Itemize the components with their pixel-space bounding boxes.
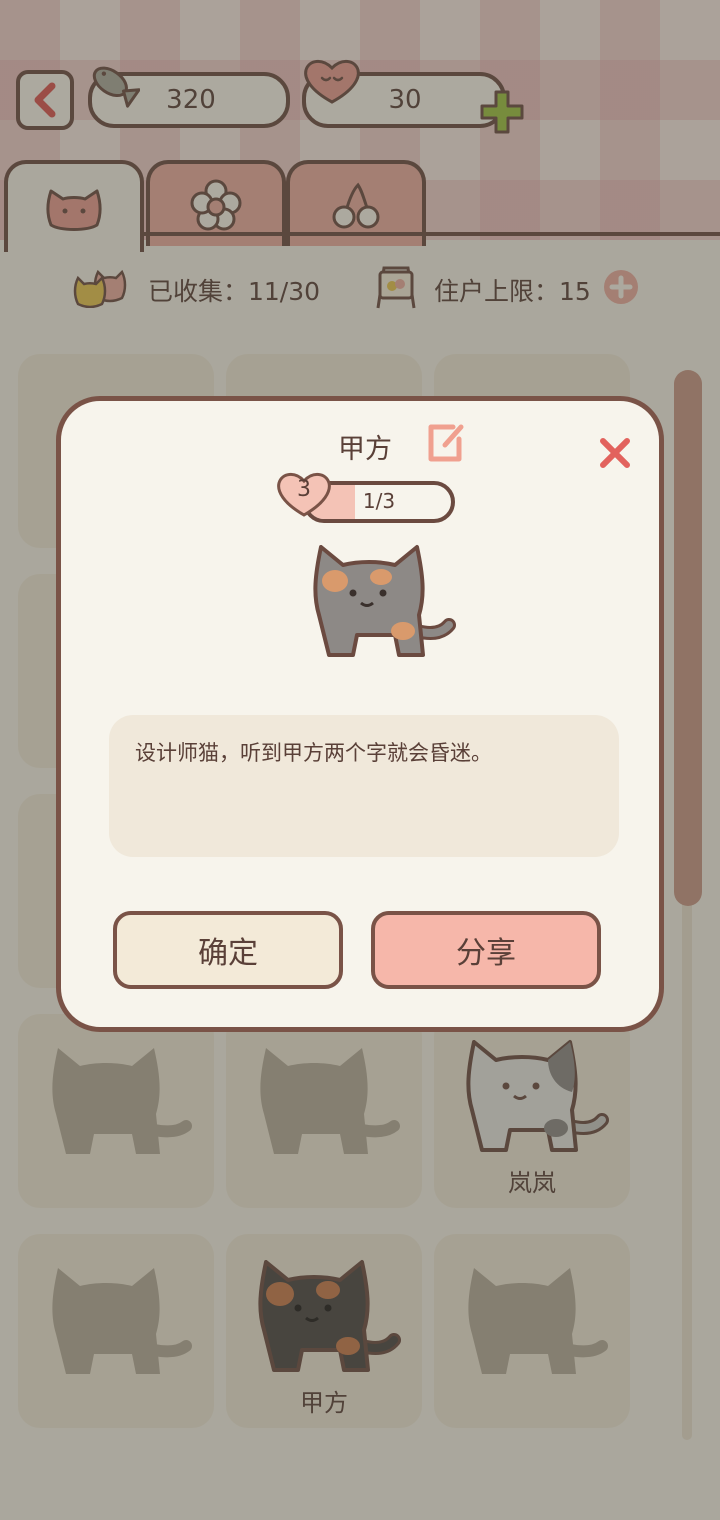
cat-description: 设计师猫，听到甲方两个字就会昏迷。 [135, 741, 492, 765]
cat-name-title: 甲方 [338, 434, 392, 465]
share-button[interactable]: 分享 [371, 911, 601, 989]
affection-level: 3 [297, 477, 311, 502]
description-box: 设计师猫，听到甲方两个字就会昏迷。 [109, 715, 619, 857]
close-dialog-button[interactable] [595, 433, 635, 473]
calico-cat-icon [313, 545, 456, 657]
confirm-button[interactable]: 确定 [113, 911, 343, 989]
cat-detail-dialog: 甲方 1/3 3 设计师猫，听到甲方两个字就会昏迷。 确定 分享 [56, 396, 664, 1032]
edit-name-button[interactable] [423, 421, 467, 465]
